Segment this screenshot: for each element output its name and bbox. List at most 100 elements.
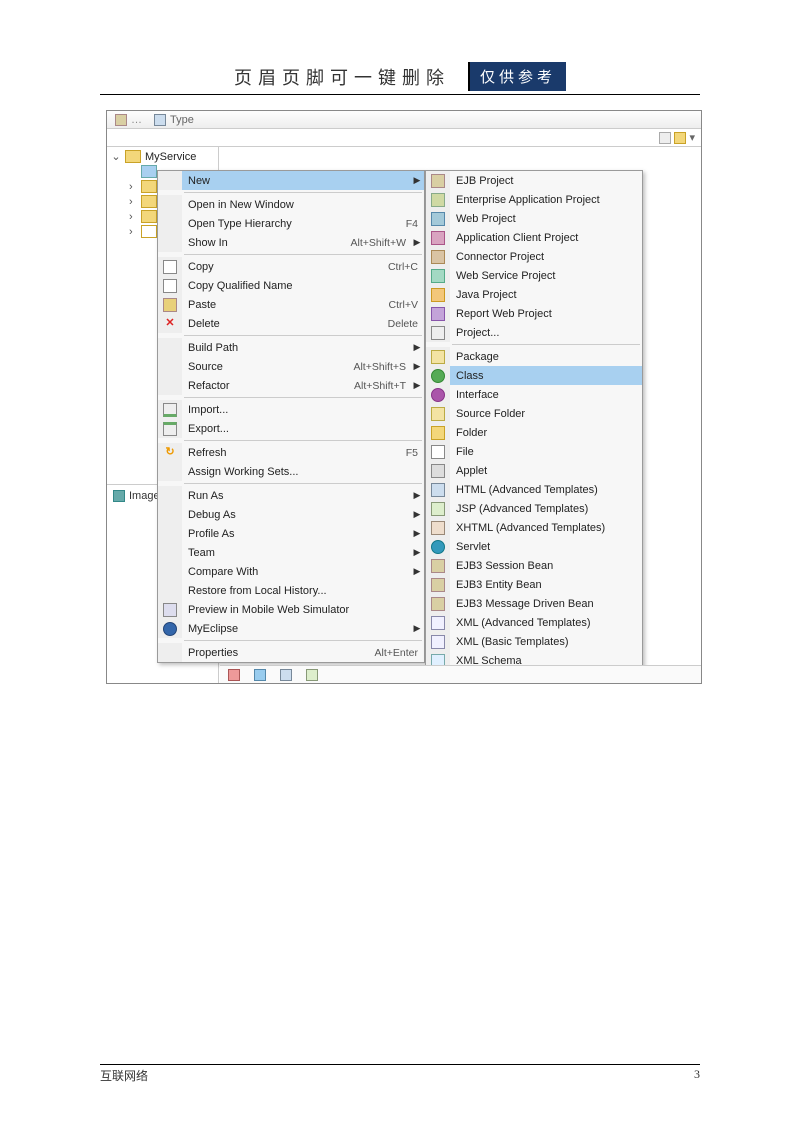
menu-separator <box>184 440 422 441</box>
bottom-tab[interactable] <box>228 669 240 681</box>
menu-item-copy[interactable]: CopyCtrl+C <box>158 257 424 276</box>
menu-label: Compare With <box>182 566 412 578</box>
menu-item-debug-as[interactable]: Debug As▶ <box>158 505 424 524</box>
menu-item-show-in[interactable]: Show InAlt+Shift+W▶ <box>158 233 424 252</box>
submenu-item-jsp-advanced-templates[interactable]: JSP (Advanced Templates) <box>426 499 642 518</box>
menu-label: Run As <box>182 490 412 502</box>
project-icon <box>125 150 141 163</box>
menu-item-new[interactable]: New▶ <box>158 171 424 190</box>
menu-item-open-in-new-window[interactable]: Open in New Window <box>158 195 424 214</box>
expand-icon[interactable]: ⌄ <box>111 150 121 163</box>
tree-root[interactable]: ⌄ MyService <box>107 149 218 164</box>
menu-separator <box>184 335 422 336</box>
rw-icon <box>431 307 445 321</box>
submenu-item-html-advanced-templates[interactable]: HTML (Advanced Templates) <box>426 480 642 499</box>
submenu-item-web-service-project[interactable]: Web Service Project <box>426 266 642 285</box>
menu-label: Applet <box>450 465 642 477</box>
menu-icon-column <box>426 594 450 613</box>
submenu-item-folder[interactable]: Folder <box>426 423 642 442</box>
menu-item-assign-working-sets[interactable]: Assign Working Sets... <box>158 462 424 481</box>
menu-label: Properties <box>182 647 375 659</box>
submenu-item-ejb3-entity-bean[interactable]: EJB3 Entity Bean <box>426 575 642 594</box>
menu-label: Enterprise Application Project <box>450 194 642 206</box>
del-icon: ✕ <box>163 317 177 331</box>
submenu-item-file[interactable]: File <box>426 442 642 461</box>
menu-label: MyEclipse <box>182 623 412 635</box>
menu-icon-column <box>158 295 182 314</box>
submenu-item-java-project[interactable]: Java Project <box>426 285 642 304</box>
copy-icon <box>163 260 177 274</box>
submenu-arrow-icon: ▶ <box>412 361 424 372</box>
submenu-item-application-client-project[interactable]: Application Client Project <box>426 228 642 247</box>
menu-icon-column <box>426 190 450 209</box>
tab-type-label[interactable]: Type <box>170 114 194 126</box>
submenu-item-xml-advanced-templates[interactable]: XML (Advanced Templates) <box>426 613 642 632</box>
menu-label: Debug As <box>182 509 412 521</box>
menu-item-open-type-hierarchy[interactable]: Open Type HierarchyF4 <box>158 214 424 233</box>
bottom-tab[interactable] <box>306 669 318 681</box>
submenu-arrow-icon: ▶ <box>412 342 424 353</box>
link-icon[interactable] <box>674 132 686 144</box>
submenu-item-xml-basic-templates[interactable]: XML (Basic Templates) <box>426 632 642 651</box>
view-menu-icon[interactable]: ▾ <box>689 131 695 144</box>
menu-item-refactor[interactable]: RefactorAlt+Shift+T▶ <box>158 376 424 395</box>
submenu-item-web-project[interactable]: Web Project <box>426 209 642 228</box>
submenu-item-ejb3-session-bean[interactable]: EJB3 Session Bean <box>426 556 642 575</box>
submenu-item-connector-project[interactable]: Connector Project <box>426 247 642 266</box>
submenu-item-servlet[interactable]: Servlet <box>426 537 642 556</box>
menu-label: Report Web Project <box>450 308 642 320</box>
menu-icon-column <box>426 347 450 366</box>
ejb-icon <box>431 174 445 188</box>
menu-icon-column <box>158 486 182 505</box>
menu-label: Profile As <box>182 528 412 540</box>
submenu-item-xhtml-advanced-templates[interactable]: XHTML (Advanced Templates) <box>426 518 642 537</box>
submenu-item-ejb-project[interactable]: EJB Project <box>426 171 642 190</box>
menu-icon-column <box>426 423 450 442</box>
menu-label: JSP (Advanced Templates) <box>450 503 642 515</box>
submenu-item-enterprise-application-project[interactable]: Enterprise Application Project <box>426 190 642 209</box>
menu-item-build-path[interactable]: Build Path▶ <box>158 338 424 357</box>
xhtml-icon <box>431 521 445 535</box>
menu-icon-column <box>158 562 182 581</box>
tasks-icon <box>254 669 266 681</box>
menu-icon-column: ✕ <box>158 314 182 333</box>
menu-label: Folder <box>450 427 642 439</box>
menu-item-compare-with[interactable]: Compare With▶ <box>158 562 424 581</box>
menu-label: Show In <box>182 237 351 249</box>
menu-item-myeclipse[interactable]: MyEclipse▶ <box>158 619 424 638</box>
submenu-item-project[interactable]: Project... <box>426 323 642 342</box>
aplt-icon <box>431 464 445 478</box>
submenu-item-ejb3-message-driven-bean[interactable]: EJB3 Message Driven Bean <box>426 594 642 613</box>
menu-label: Open Type Hierarchy <box>182 218 406 230</box>
menu-item-refresh[interactable]: ↻RefreshF5 <box>158 443 424 462</box>
submenu-item-class[interactable]: Class <box>426 366 642 385</box>
bottom-tab[interactable] <box>254 669 266 681</box>
menu-item-import[interactable]: Import... <box>158 400 424 419</box>
xmlb-icon <box>431 635 445 649</box>
menu-item-preview-in-mobile-web-simulator[interactable]: Preview in Mobile Web Simulator <box>158 600 424 619</box>
submenu-item-source-folder[interactable]: Source Folder <box>426 404 642 423</box>
menu-icon-column <box>426 266 450 285</box>
submenu-item-report-web-project[interactable]: Report Web Project <box>426 304 642 323</box>
menu-item-copy-qualified-name[interactable]: Copy Qualified Name <box>158 276 424 295</box>
menu-item-restore-from-local-history[interactable]: Restore from Local History... <box>158 581 424 600</box>
menu-item-team[interactable]: Team▶ <box>158 543 424 562</box>
submenu-item-interface[interactable]: Interface <box>426 385 642 404</box>
menu-item-export[interactable]: Export... <box>158 419 424 438</box>
menu-label: Connector Project <box>450 251 642 263</box>
xml-icon <box>431 616 445 630</box>
menu-item-paste[interactable]: PasteCtrl+V <box>158 295 424 314</box>
menu-item-run-as[interactable]: Run As▶ <box>158 486 424 505</box>
menu-icon-column <box>426 285 450 304</box>
my-icon <box>163 622 177 636</box>
collapse-icon[interactable] <box>659 132 671 144</box>
bottom-tab[interactable] <box>280 669 292 681</box>
menu-item-source[interactable]: SourceAlt+Shift+S▶ <box>158 357 424 376</box>
submenu-item-applet[interactable]: Applet <box>426 461 642 480</box>
menu-item-profile-as[interactable]: Profile As▶ <box>158 524 424 543</box>
submenu-item-package[interactable]: Package <box>426 347 642 366</box>
menu-icon-column: ↻ <box>158 443 182 462</box>
menu-item-delete[interactable]: ✕DeleteDelete <box>158 314 424 333</box>
menu-item-properties[interactable]: PropertiesAlt+Enter <box>158 643 424 662</box>
menu-icon-column <box>158 643 182 662</box>
